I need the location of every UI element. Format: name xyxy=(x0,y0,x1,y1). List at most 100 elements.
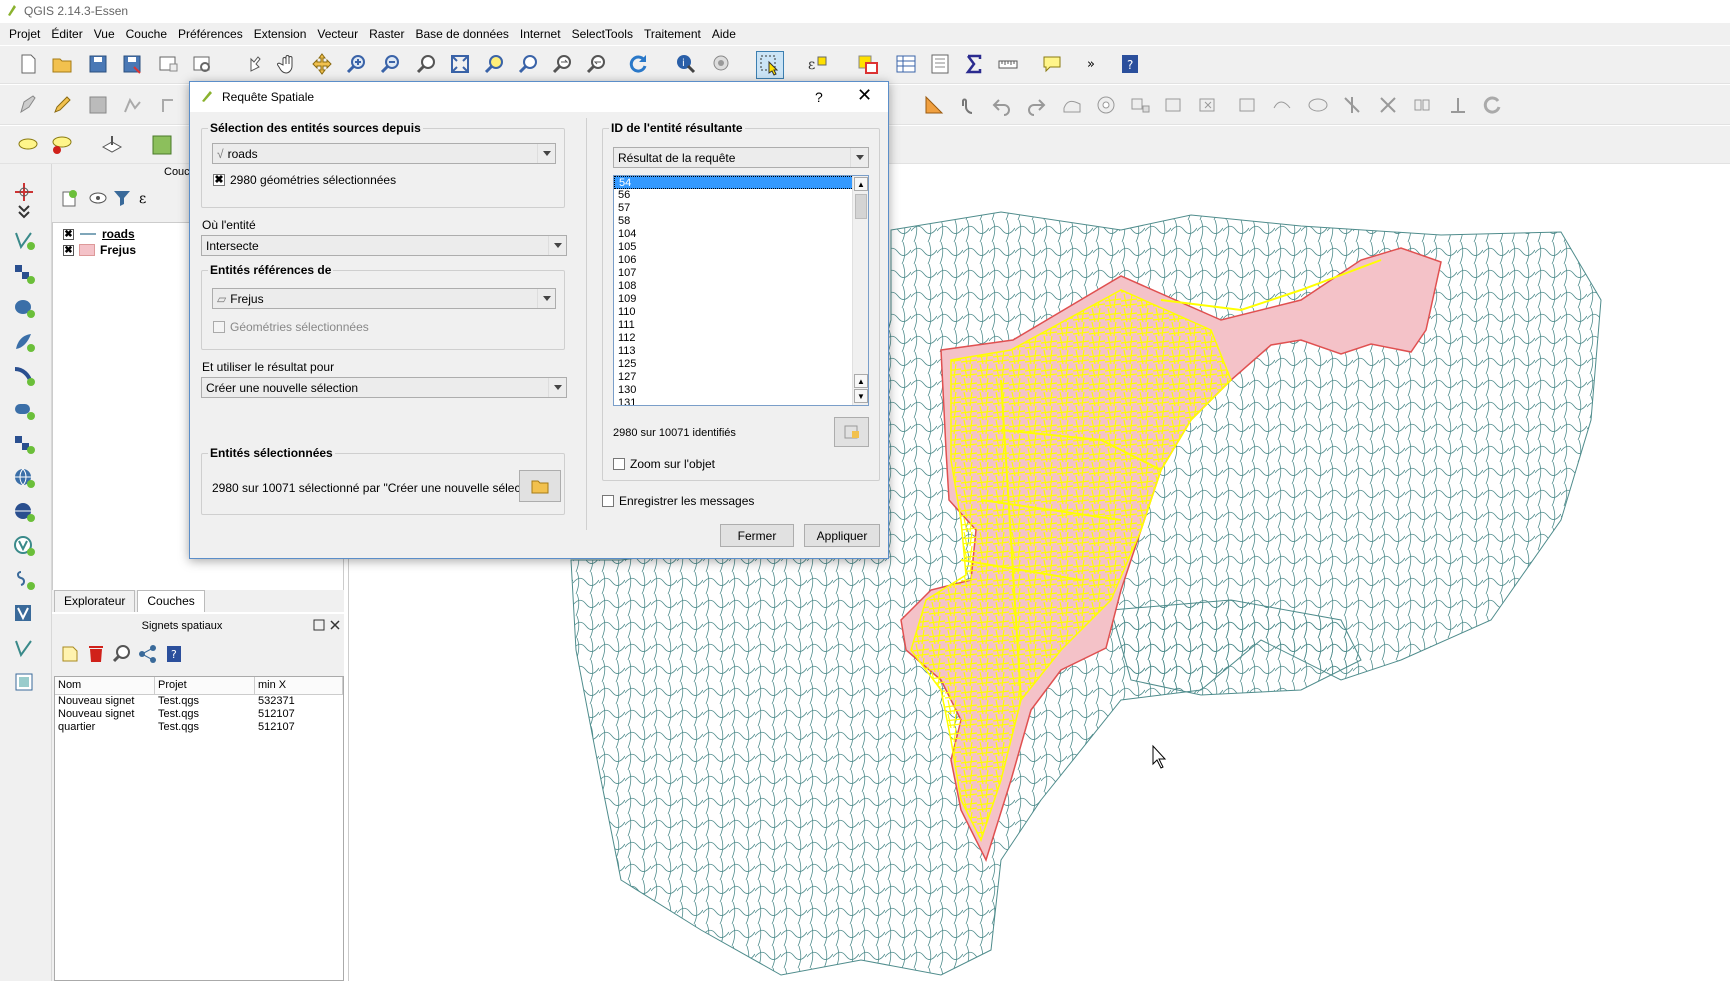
result-id-item[interactable]: 130 xyxy=(614,384,868,397)
add-vector-layer-icon[interactable] xyxy=(12,228,36,252)
label-tool-icon[interactable] xyxy=(16,133,40,157)
menu-vue[interactable]: Vue xyxy=(91,23,123,45)
statistics-sigma-icon[interactable] xyxy=(962,52,986,76)
scroll-thumb[interactable] xyxy=(855,194,867,219)
composer-manager-icon[interactable] xyxy=(190,52,214,76)
pin-labels-icon[interactable] xyxy=(50,133,74,157)
new-bookmark-icon[interactable] xyxy=(58,642,82,666)
save-project-icon[interactable] xyxy=(86,52,110,76)
menu-projet[interactable]: Projet xyxy=(6,23,48,45)
digitize-tool-icon[interactable] xyxy=(922,93,946,117)
undo-icon[interactable] xyxy=(990,93,1014,117)
select-by-expression-icon[interactable]: ε xyxy=(806,52,830,76)
add-postgis-layer-icon[interactable] xyxy=(12,296,36,320)
identify-icon[interactable]: i xyxy=(674,52,698,76)
add-raster-layer-icon[interactable] xyxy=(12,262,36,286)
open-project-icon[interactable] xyxy=(50,52,74,76)
menu-couche[interactable]: Couche xyxy=(123,23,175,45)
column-header[interactable]: Nom xyxy=(55,677,155,694)
add-group-icon[interactable] xyxy=(58,186,82,210)
split-parts-icon[interactable] xyxy=(1376,93,1400,117)
menu-preferences[interactable]: Préférences xyxy=(175,23,251,45)
menu-selecttools[interactable]: SelectTools xyxy=(569,23,641,45)
scroll-down-icon[interactable]: ▼ xyxy=(854,389,868,403)
zoom-in-icon[interactable] xyxy=(344,52,368,76)
operator-combo[interactable]: Intersecte xyxy=(201,235,567,256)
menu-editer[interactable]: Éditer xyxy=(48,23,90,45)
result-id-item[interactable]: 131 xyxy=(614,397,868,405)
source-layer-combo[interactable]: √ roads xyxy=(212,143,556,164)
result-id-item[interactable]: 56 xyxy=(614,189,868,202)
result-id-item[interactable]: 107 xyxy=(614,267,868,280)
attribute-table-icon[interactable] xyxy=(894,52,918,76)
field-calculator-icon[interactable] xyxy=(928,52,952,76)
pan-icon[interactable] xyxy=(276,52,300,76)
tab-explorateur[interactable]: Explorateur xyxy=(54,590,136,612)
save-as-icon[interactable] xyxy=(120,52,144,76)
map-tips-icon[interactable] xyxy=(1040,52,1064,76)
result-id-item[interactable]: 57 xyxy=(614,202,868,215)
reshape-features-icon[interactable] xyxy=(1270,93,1294,117)
source-selected-checkbox[interactable]: ✖ 2980 géométries sélectionnées xyxy=(213,173,396,187)
add-part-icon[interactable] xyxy=(1128,93,1152,117)
result-id-item[interactable]: 54 xyxy=(614,176,868,189)
zoom-to-layer-icon[interactable] xyxy=(516,52,540,76)
zoom-to-bookmark-icon[interactable] xyxy=(110,642,134,666)
delete-ring-icon[interactable] xyxy=(1196,93,1220,117)
result-id-item[interactable]: 108 xyxy=(614,280,868,293)
zoom-last-icon[interactable] xyxy=(550,52,574,76)
scroll-up-small-icon[interactable]: ▲ xyxy=(854,374,868,388)
new-print-composer-icon[interactable] xyxy=(156,52,180,76)
zoom-to-selection-icon[interactable] xyxy=(482,52,506,76)
toolbar-overflow-icon[interactable]: » xyxy=(1082,52,1106,76)
result-id-item[interactable]: 113 xyxy=(614,345,868,358)
bookmark-help-icon[interactable]: ? xyxy=(162,642,186,666)
result-id-item[interactable]: 127 xyxy=(614,371,868,384)
apply-button[interactable]: Appliquer xyxy=(804,524,880,547)
result-id-item[interactable]: 109 xyxy=(614,293,868,306)
table-row[interactable]: Nouveau signet Test.qgs 512107 xyxy=(55,708,343,721)
scroll-up-icon[interactable]: ▲ xyxy=(854,177,868,191)
rotate-label-icon[interactable] xyxy=(1446,93,1470,117)
add-spatialite-layer-icon[interactable] xyxy=(12,330,36,354)
result-id-item[interactable]: 110 xyxy=(614,306,868,319)
layer-style-icon[interactable] xyxy=(100,133,124,157)
move-feature-icon[interactable] xyxy=(156,93,180,117)
rotate-feature-icon[interactable] xyxy=(1480,93,1504,117)
save-edits-icon[interactable] xyxy=(86,93,110,117)
fill-ring-icon[interactable] xyxy=(1162,93,1186,117)
split-features-icon[interactable] xyxy=(1340,93,1364,117)
filter-expression-icon[interactable]: ε xyxy=(136,186,160,210)
zoom-next-icon[interactable] xyxy=(584,52,608,76)
measure-icon[interactable] xyxy=(996,52,1020,76)
float-panel-icon[interactable] xyxy=(312,618,326,632)
expand-toolbar-icon[interactable] xyxy=(12,204,36,219)
add-virtual-layer-icon[interactable] xyxy=(12,602,36,626)
column-header[interactable]: Projet xyxy=(155,677,255,694)
add-feature-icon[interactable] xyxy=(120,93,144,117)
column-header[interactable]: min X xyxy=(255,677,343,694)
pan-to-selection-icon[interactable] xyxy=(310,52,334,76)
touch-zoom-icon[interactable] xyxy=(242,52,266,76)
dialog-close-button[interactable]: ✕ xyxy=(857,85,872,106)
menu-traitement[interactable]: Traitement xyxy=(641,23,709,45)
result-id-list[interactable]: 54 56 57 58 104 105 106 107 108 109 110 111 112 113 12… xyxy=(613,175,869,406)
filter-legend-icon[interactable] xyxy=(110,186,134,210)
table-row[interactable]: quartier Test.qgs 512107 xyxy=(55,721,343,734)
refresh-icon[interactable] xyxy=(626,52,650,76)
add-ring-icon[interactable] xyxy=(1094,93,1118,117)
pan-hand-icon[interactable] xyxy=(956,93,980,117)
zoom-full-icon[interactable] xyxy=(448,52,472,76)
layer-visibility-checkbox[interactable]: ✖ xyxy=(63,228,74,240)
result-id-item[interactable]: 106 xyxy=(614,254,868,267)
redo-icon[interactable] xyxy=(1024,93,1048,117)
add-wms-layer-icon[interactable] xyxy=(12,466,36,490)
simplify-feature-icon[interactable] xyxy=(1060,93,1084,117)
raster-tool-icon[interactable] xyxy=(150,133,174,157)
action-run-icon[interactable] xyxy=(710,52,734,76)
menu-extension[interactable]: Extension xyxy=(251,23,315,45)
close-button[interactable]: Fermer xyxy=(720,524,794,547)
list-scrollbar[interactable]: ▲ ▲ ▼ xyxy=(852,176,868,405)
current-edits-icon[interactable] xyxy=(16,93,40,117)
result-id-item[interactable]: 105 xyxy=(614,241,868,254)
